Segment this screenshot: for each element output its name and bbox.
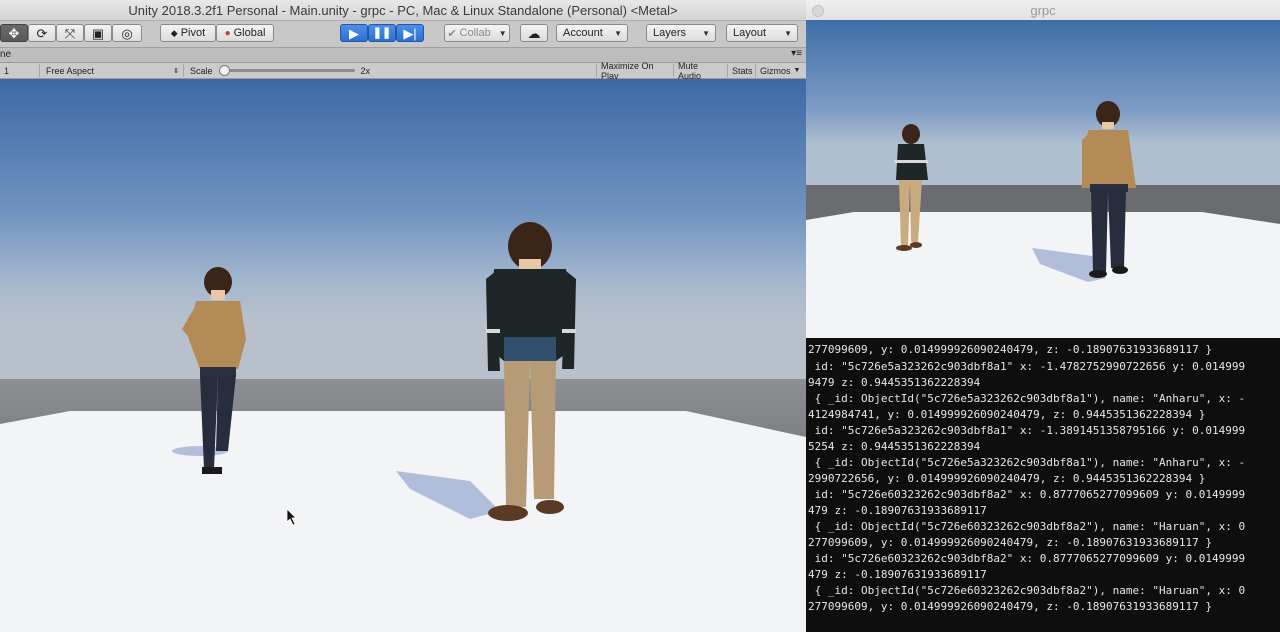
log-line: 2990722656, y: 0.014999926090240479, z: …	[808, 472, 1206, 485]
scale-slider[interactable]	[218, 65, 355, 76]
globe-icon: ●	[224, 27, 231, 39]
stats-toggle[interactable]: Stats	[728, 64, 756, 77]
rotate-tool-button[interactable]: ⟳	[28, 24, 56, 42]
move-tool-icon: ✥	[8, 25, 20, 41]
account-dropdown[interactable]: Account ▼	[556, 24, 628, 42]
maximize-label: Maximize On Play	[601, 60, 654, 81]
collab-dropdown[interactable]: ✔ Collab ▼	[444, 24, 510, 42]
game-view-controls: 1 Free Aspect ⇕ Scale 2x Maximize On Pla…	[0, 61, 806, 81]
transform-tool-button[interactable]: ◎	[112, 24, 142, 42]
gizmos-dropdown[interactable]: Gizmos ▼	[756, 64, 806, 77]
player-scene	[806, 20, 1280, 338]
layout-dropdown[interactable]: Layout ▼	[726, 24, 798, 42]
chevron-down-icon: ▼	[784, 28, 792, 38]
log-line: { _id: ObjectId("5c726e5a323262c903dbf8a…	[808, 456, 1246, 469]
game-tab-label: ne	[0, 49, 12, 60]
cloud-icon: ☁	[527, 25, 541, 41]
aspect-label: Free Aspect	[46, 65, 95, 76]
chevron-down-icon: ▼	[702, 28, 710, 38]
log-line: 9479 z: 0.9445351362228394	[808, 376, 981, 389]
log-line: 277099609, y: 0.014999926090240479, z: -…	[808, 600, 1212, 613]
player-window: grpc 277099609, y: 0.014999926090240479,…	[806, 0, 1280, 632]
log-line: id: "5c726e5a323262c903dbf8a1" x: -1.389…	[808, 424, 1246, 437]
global-toggle[interactable]: ● Global	[216, 24, 274, 42]
global-label: Global	[233, 27, 266, 39]
play-button[interactable]: ▶	[340, 24, 368, 42]
transform-tool-icon: ◎	[121, 25, 133, 41]
log-line: { _id: ObjectId("5c726e60323262c903dbf8a…	[808, 520, 1246, 533]
scale-value: 2x	[360, 65, 371, 76]
chevron-updown-icon: ⇕	[173, 67, 179, 75]
chevron-down-icon: ▼	[793, 67, 801, 74]
layers-dropdown[interactable]: Layers ▼	[646, 24, 716, 42]
step-icon: ▶|	[403, 25, 417, 41]
layers-label: Layers	[653, 27, 687, 39]
game-viewport[interactable]	[0, 79, 806, 632]
log-line: id: "5c726e60323262c903dbf8a2" x: 0.8777…	[808, 552, 1246, 565]
floor-plane	[0, 411, 806, 632]
check-icon: ✔	[447, 27, 457, 40]
log-line: { _id: ObjectId("5c726e5a323262c903dbf8a…	[808, 392, 1246, 405]
pivot-icon: ◆	[170, 27, 178, 38]
maximize-on-play-toggle[interactable]: Maximize On Play	[596, 61, 674, 81]
scale-tool-button[interactable]: ⤧	[56, 24, 84, 42]
log-line: 5254 z: 0.9445351362228394	[808, 440, 981, 453]
editor-titlebar[interactable]: Unity 2018.3.2f1 Personal - Main.unity -…	[0, 0, 806, 21]
play-icon: ▶	[349, 25, 359, 41]
display-label: 1	[4, 65, 10, 76]
editor-toolbar: ✥ ⟳ ⤧ ▣ ◎ ◆ Pivot ● Global ▶ ❚❚ ▶| ✔ Col…	[0, 21, 806, 48]
editor-window-title: Unity 2018.3.2f1 Personal - Main.unity -…	[128, 3, 678, 18]
step-button[interactable]: ▶|	[396, 24, 424, 42]
rect-tool-icon: ▣	[91, 25, 105, 41]
scale-control: Scale 2x	[186, 64, 596, 77]
move-tool-button[interactable]: ✥	[0, 24, 28, 42]
account-label: Account	[563, 27, 603, 39]
floor-plane	[806, 212, 1280, 338]
mute-label: Mute Audio	[678, 60, 702, 81]
rect-tool-button[interactable]: ▣	[84, 24, 112, 42]
pause-button[interactable]: ❚❚	[368, 24, 396, 42]
log-line: id: "5c726e5a323262c903dbf8a1" x: -1.478…	[808, 360, 1246, 373]
player-titlebar[interactable]: grpc	[806, 0, 1280, 21]
log-line: 479 z: -0.18907631933689117	[808, 568, 987, 581]
gizmos-label: Gizmos	[760, 65, 791, 76]
stats-label: Stats	[732, 65, 753, 76]
log-line: 479 z: -0.18907631933689117	[808, 504, 987, 517]
terminal-log[interactable]: 277099609, y: 0.014999926090240479, z: -…	[806, 338, 1280, 632]
unity-editor-window: Unity 2018.3.2f1 Personal - Main.unity -…	[0, 0, 806, 632]
pivot-toggle[interactable]: ◆ Pivot	[160, 24, 216, 42]
rotate-tool-icon: ⟳	[36, 25, 48, 41]
log-line: id: "5c726e60323262c903dbf8a2" x: 0.8777…	[808, 488, 1246, 501]
collab-label: Collab	[459, 27, 491, 39]
cloud-button[interactable]: ☁	[520, 24, 548, 42]
layout-label: Layout	[733, 27, 767, 39]
log-line: 277099609, y: 0.014999926090240479, z: -…	[808, 536, 1212, 549]
display-dropdown[interactable]: 1	[0, 64, 40, 77]
pause-icon: ❚❚	[372, 26, 392, 39]
player-window-title: grpc	[1030, 3, 1056, 18]
scale-tool-icon: ⤧	[64, 25, 76, 41]
scale-label: Scale	[190, 65, 213, 76]
log-line: { _id: ObjectId("5c726e60323262c903dbf8a…	[808, 584, 1246, 597]
chevron-down-icon: ▼	[614, 28, 622, 38]
log-line: 277099609, y: 0.014999926090240479, z: -…	[808, 343, 1212, 356]
chevron-down-icon: ▼	[498, 28, 507, 38]
aspect-dropdown[interactable]: Free Aspect ⇕	[42, 64, 184, 77]
scale-slider-handle[interactable]	[218, 65, 230, 76]
player-viewport[interactable]	[806, 20, 1280, 338]
pivot-label: Pivot	[180, 27, 206, 39]
mute-audio-toggle[interactable]: Mute Audio	[674, 61, 728, 81]
log-line: 4124984741, y: 0.014999926090240479, z: …	[808, 408, 1206, 421]
menu-icon[interactable]: ▾≡	[791, 48, 802, 59]
game-scene	[0, 79, 806, 632]
